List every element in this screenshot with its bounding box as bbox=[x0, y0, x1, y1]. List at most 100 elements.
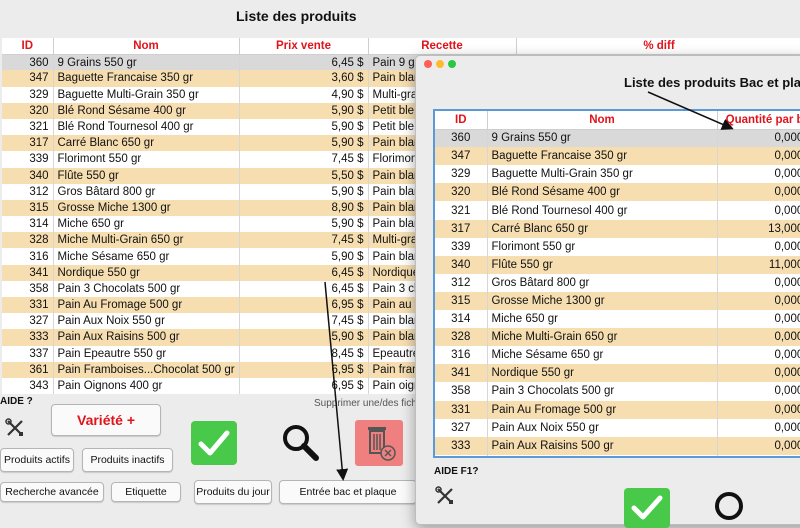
cell-id: 333 bbox=[435, 436, 488, 455]
cell-quantite: 0,000 Kg bbox=[717, 273, 800, 292]
cell-nom: Gros Bâtard 800 gr bbox=[487, 273, 718, 292]
window-table-row[interactable]: 331Pain Au Fromage 500 gr0,000 Kg bbox=[435, 400, 800, 419]
window-table-row[interactable]: 339Florimont 550 gr0,000 Kg bbox=[435, 237, 800, 256]
column-header-prix[interactable]: Prix vente bbox=[239, 38, 369, 55]
bac-plaque-table-container[interactable]: ID Nom Quantité par bac 3609 Grains 550 … bbox=[433, 109, 800, 458]
cell-nom: Baguette Multi-Grain 350 gr bbox=[487, 165, 718, 184]
window-table-row[interactable]: 328Miche Multi-Grain 650 gr0,000 Kg bbox=[435, 328, 800, 347]
window-table-row[interactable]: 358Pain 3 Chocolats 500 gr0,000 Kg bbox=[435, 382, 800, 401]
window-title: Liste des produits Bac et plaque bbox=[624, 75, 800, 90]
minimize-window-button[interactable] bbox=[436, 60, 444, 68]
window-table-row[interactable]: 340Flûte 550 gr11,000 Kg bbox=[435, 255, 800, 274]
window-table-row[interactable]: 333Pain Aux Raisins 500 gr0,000 Kg bbox=[435, 436, 800, 455]
cell-id: 315 bbox=[435, 291, 488, 311]
tools-icon[interactable] bbox=[4, 416, 26, 440]
cell-nom: Blé Rond Tournesol 400 gr bbox=[53, 118, 240, 136]
cell-prix: 7,45 $ bbox=[239, 232, 369, 249]
cell-nom: Nordique 550 gr bbox=[53, 264, 240, 281]
cell-nom: Flûte 550 gr bbox=[53, 167, 240, 184]
cell-nom: Carré Blanc 650 gr bbox=[53, 135, 240, 152]
recherche-avancee-button[interactable]: Recherche avancée bbox=[0, 482, 104, 502]
close-window-button[interactable] bbox=[424, 60, 432, 68]
cell-prix: 7,45 $ bbox=[239, 313, 369, 330]
cell-nom: Miche 650 gr bbox=[487, 310, 718, 329]
cell-id: 317 bbox=[2, 135, 54, 152]
cell-id: 337 bbox=[435, 454, 488, 456]
cell-quantite: 0,000 Kg bbox=[717, 291, 800, 311]
cell-prix: 5,90 $ bbox=[239, 118, 369, 136]
cell-nom: Grosse Miche 1300 gr bbox=[53, 199, 240, 217]
cell-prix: 7,45 $ bbox=[239, 151, 369, 168]
cell-nom: Flûte 550 gr bbox=[487, 255, 718, 274]
cell-nom: Pain Aux Raisins 500 gr bbox=[487, 436, 718, 455]
cell-quantite: 0,000 Kg bbox=[717, 147, 800, 166]
window-table-row[interactable]: 320Blé Rond Sésame 400 gr0,000 Kg bbox=[435, 183, 800, 202]
cell-nom: Pain 3 Chocolats 500 gr bbox=[487, 382, 718, 401]
cell-nom: Pain Epeautre 550 gr bbox=[53, 345, 240, 362]
validate-button[interactable] bbox=[191, 421, 237, 465]
window-table-row[interactable]: 3609 Grains 550 gr0,000 Kg bbox=[435, 129, 800, 148]
cell-quantite: 0,000 Kg bbox=[717, 400, 800, 419]
cell-prix: 5,90 $ bbox=[239, 216, 369, 233]
cell-id: 358 bbox=[2, 280, 54, 297]
cell-nom: Pain Au Fromage 500 gr bbox=[53, 297, 240, 314]
cell-id: 314 bbox=[2, 216, 54, 233]
cell-id: 321 bbox=[435, 201, 488, 220]
window-column-header-nom[interactable]: Nom bbox=[487, 111, 718, 130]
window-column-header-quantite[interactable]: Quantité par bac bbox=[717, 111, 800, 130]
window-table-row[interactable]: 316Miche Sésame 650 gr0,000 Kg bbox=[435, 346, 800, 365]
cell-prix: 3,60 $ bbox=[239, 70, 369, 87]
etiquette-button[interactable]: Etiquette bbox=[111, 482, 181, 502]
window-validate-button[interactable] bbox=[624, 488, 670, 528]
window-column-header-id[interactable]: ID bbox=[435, 111, 488, 130]
cell-nom: Florimont 550 gr bbox=[487, 237, 718, 256]
cell-id: 328 bbox=[435, 328, 488, 347]
bac-plaque-window[interactable]: Liste des produits Bac et plaque ID Nom … bbox=[415, 55, 800, 528]
window-table-row[interactable]: 315Grosse Miche 1300 gr0,000 Kg bbox=[435, 291, 800, 311]
window-table-row[interactable]: 327Pain Aux Noix 550 gr0,000 Kg bbox=[435, 418, 800, 437]
column-header-id[interactable]: ID bbox=[2, 38, 54, 55]
search-button[interactable] bbox=[279, 421, 321, 463]
window-table-row[interactable]: 329Baguette Multi-Grain 350 gr0,000 Kg bbox=[435, 165, 800, 184]
cell-id: 320 bbox=[435, 183, 488, 202]
zoom-window-button[interactable] bbox=[448, 60, 456, 68]
window-table-row[interactable]: 317Carré Blanc 650 gr13,000 Kg bbox=[435, 219, 800, 238]
produits-inactifs-button[interactable]: Produits inactifs bbox=[82, 448, 173, 472]
window-table-header-row: ID Nom Quantité par bac bbox=[435, 111, 800, 130]
window-table-row[interactable]: 347Baguette Francaise 350 gr0,000 Kg bbox=[435, 147, 800, 166]
window-tools-icon[interactable] bbox=[434, 484, 456, 508]
window-table-row[interactable]: 312Gros Bâtard 800 gr0,000 Kg bbox=[435, 273, 800, 292]
window-table-row[interactable]: 321Blé Rond Tournesol 400 gr0,000 Kg bbox=[435, 201, 800, 220]
cell-prix: 8,90 $ bbox=[239, 199, 369, 217]
cell-prix: 5,90 $ bbox=[239, 102, 369, 119]
cell-id: 347 bbox=[435, 147, 488, 166]
main-title: Liste des produits bbox=[236, 8, 357, 24]
cell-nom: Blé Rond Sésame 400 gr bbox=[53, 102, 240, 119]
window-table-row[interactable]: 314Miche 650 gr0,000 Kg bbox=[435, 310, 800, 329]
delete-button[interactable] bbox=[355, 420, 403, 466]
cell-nom: Miche Sésame 650 gr bbox=[53, 248, 240, 265]
cell-nom: Pain Aux Noix 550 gr bbox=[53, 313, 240, 330]
cell-prix: 6,95 $ bbox=[239, 377, 369, 395]
cell-id: 314 bbox=[435, 310, 488, 329]
window-table-row[interactable]: 337Pain Epeautre 550 gr0,000 Kg bbox=[435, 454, 800, 456]
variete-plus-button[interactable]: Variété + bbox=[51, 404, 161, 436]
window-search-button[interactable] bbox=[710, 488, 752, 528]
cell-nom: Blé Rond Tournesol 400 gr bbox=[487, 201, 718, 220]
column-header-nom[interactable]: Nom bbox=[53, 38, 240, 55]
cell-quantite: 0,000 Kg bbox=[717, 183, 800, 202]
cell-quantite: 0,000 Kg bbox=[717, 165, 800, 184]
cell-id: 327 bbox=[435, 418, 488, 437]
cell-nom: 9 Grains 550 gr bbox=[487, 129, 718, 148]
produits-du-jour-button[interactable]: Produits du jour bbox=[194, 480, 272, 504]
window-table-row[interactable]: 341Nordique 550 gr0,000 Kg bbox=[435, 364, 800, 383]
cell-nom: Pain Framboises...Chocolat 500 gr bbox=[53, 361, 240, 378]
produits-actifs-button[interactable]: Produits actifs bbox=[0, 448, 74, 472]
entree-bac-plaque-button[interactable]: Entrée bac et plaque bbox=[279, 480, 417, 504]
cell-quantite: 0,000 Kg bbox=[717, 346, 800, 365]
cell-id: 339 bbox=[2, 151, 54, 168]
column-header-recette[interactable]: Recette bbox=[368, 38, 517, 55]
cell-id: 329 bbox=[435, 165, 488, 184]
column-header-diff[interactable]: % diff bbox=[516, 38, 800, 55]
window-aide-label: AIDE F1? bbox=[434, 466, 479, 477]
